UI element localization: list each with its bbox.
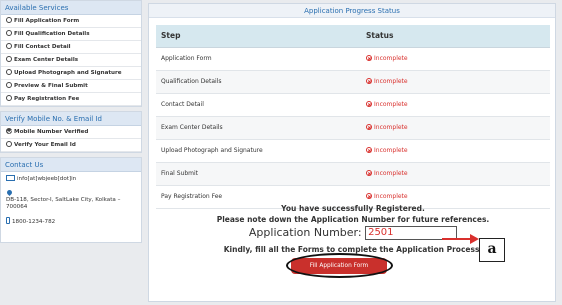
circle-icon bbox=[6, 141, 12, 147]
service-item-label: Preview & Final Submit bbox=[14, 83, 88, 89]
progress-table: Step Status Application Form Incomplete Q… bbox=[156, 25, 550, 209]
note-message: Please note down the Application Number … bbox=[216, 215, 490, 224]
column-header-status: Status bbox=[361, 25, 550, 48]
contact-address-text: DB-118, Sector-I, SaltLake City, Kolkata… bbox=[6, 197, 121, 210]
contact-phone-text: 1800-1234-782 bbox=[12, 219, 56, 225]
envelope-icon bbox=[6, 175, 15, 181]
x-circle-icon bbox=[366, 124, 372, 130]
service-item-label: Exam Center Details bbox=[14, 57, 79, 63]
circle-icon bbox=[6, 43, 12, 49]
service-item-fill-contact-detail[interactable]: Fill Contact Detail bbox=[1, 41, 141, 54]
table-row: Application Form Incomplete bbox=[156, 47, 550, 71]
circle-icon bbox=[6, 95, 12, 101]
services-panel: Available Services Fill Application Form… bbox=[0, 0, 142, 107]
circle-icon bbox=[6, 56, 12, 62]
mobile-verified-item: Mobile Number Verified bbox=[1, 126, 141, 139]
x-circle-icon bbox=[366, 193, 372, 199]
step-cell: Upload Photograph and Signature bbox=[156, 139, 361, 163]
step-cell: Qualification Details bbox=[156, 70, 361, 94]
table-row: Exam Center Details Incomplete bbox=[156, 116, 550, 140]
service-item-label: Fill Application Form bbox=[14, 18, 80, 24]
service-item-fill-qualification-details[interactable]: Fill Qualification Details bbox=[1, 28, 141, 41]
circle-icon bbox=[6, 82, 12, 88]
status-cell: Incomplete bbox=[361, 139, 550, 163]
contact-panel: Contact Us info[at]wbjeeb[dot]in DB-118,… bbox=[0, 157, 142, 243]
service-item-upload-photograph[interactable]: Upload Photograph and Signature bbox=[1, 67, 141, 80]
x-circle-icon bbox=[366, 101, 372, 107]
step-cell: Exam Center Details bbox=[156, 116, 361, 140]
circle-icon bbox=[6, 17, 12, 23]
service-item-pay-registration-fee[interactable]: Pay Registration Fee bbox=[1, 93, 141, 106]
application-number-label: Application Number: bbox=[248, 226, 362, 239]
service-item-label: Fill Contact Detail bbox=[14, 44, 71, 50]
table-row: Upload Photograph and Signature Incomplet… bbox=[156, 139, 550, 163]
mobile-verified-label: Mobile Number Verified bbox=[14, 129, 89, 135]
contact-email-text: info[at]wbjeeb[dot]in bbox=[17, 176, 77, 182]
service-item-fill-application-form[interactable]: Fill Application Form bbox=[1, 15, 141, 28]
circle-icon bbox=[6, 69, 12, 75]
verify-panel: Verify Mobile No. & Email Id Mobile Numb… bbox=[0, 111, 142, 153]
status-text: Incomplete bbox=[374, 78, 408, 85]
contact-header: Contact Us bbox=[1, 158, 141, 172]
arrow-line bbox=[442, 238, 472, 240]
x-circle-icon bbox=[366, 55, 372, 61]
step-cell: Application Form bbox=[156, 47, 361, 71]
contact-address: DB-118, Sector-I, SaltLake City, Kolkata… bbox=[1, 186, 141, 214]
phone-icon bbox=[6, 217, 10, 224]
status-cell: Incomplete bbox=[361, 70, 550, 94]
verify-email-label: Verify Your Email Id bbox=[14, 142, 76, 148]
success-message: You have successfully Registered. bbox=[281, 204, 425, 213]
service-item-preview-final-submit[interactable]: Preview & Final Submit bbox=[1, 80, 141, 93]
table-row: Qualification Details Incomplete bbox=[156, 70, 550, 94]
service-item-exam-center-details[interactable]: Exam Center Details bbox=[1, 54, 141, 67]
contact-phone: 1800-1234-782 bbox=[1, 214, 141, 229]
verify-header: Verify Mobile No. & Email Id bbox=[1, 112, 141, 126]
status-cell: Incomplete bbox=[361, 93, 550, 117]
x-circle-icon bbox=[366, 78, 372, 84]
status-cell: Incomplete bbox=[361, 47, 550, 71]
status-cell: Incomplete bbox=[361, 162, 550, 186]
status-text: Incomplete bbox=[374, 55, 408, 62]
status-text: Incomplete bbox=[374, 193, 408, 200]
table-header-row: Step Status bbox=[156, 25, 550, 48]
sidebar: Available Services Fill Application Form… bbox=[0, 0, 142, 305]
status-text: Incomplete bbox=[374, 170, 408, 177]
service-item-label: Fill Qualification Details bbox=[14, 31, 90, 37]
circle-icon bbox=[6, 30, 12, 36]
arrow-head-icon bbox=[470, 234, 479, 244]
verify-email-item[interactable]: Verify Your Email Id bbox=[1, 139, 141, 152]
status-text: Incomplete bbox=[374, 124, 408, 131]
contact-email[interactable]: info[at]wbjeeb[dot]in bbox=[1, 172, 141, 186]
column-header-step: Step bbox=[156, 25, 361, 48]
status-text: Incomplete bbox=[374, 101, 408, 108]
annotation-label: a bbox=[479, 238, 505, 262]
status-cell: Incomplete bbox=[361, 116, 550, 140]
services-header: Available Services bbox=[1, 1, 141, 15]
step-cell: Final Submit bbox=[156, 162, 361, 186]
x-circle-icon bbox=[366, 147, 372, 153]
map-pin-icon bbox=[5, 188, 14, 197]
check-circle-icon bbox=[6, 128, 12, 134]
service-item-label: Upload Photograph and Signature bbox=[14, 70, 122, 76]
service-item-label: Pay Registration Fee bbox=[14, 96, 80, 102]
step-cell: Contact Detail bbox=[156, 93, 361, 117]
table-row: Final Submit Incomplete bbox=[156, 162, 550, 186]
status-text: Incomplete bbox=[374, 147, 408, 154]
x-circle-icon bbox=[366, 170, 372, 176]
highlight-oval bbox=[286, 253, 393, 278]
table-row: Contact Detail Incomplete bbox=[156, 93, 550, 117]
page-title: Application Progress Status bbox=[149, 4, 555, 18]
